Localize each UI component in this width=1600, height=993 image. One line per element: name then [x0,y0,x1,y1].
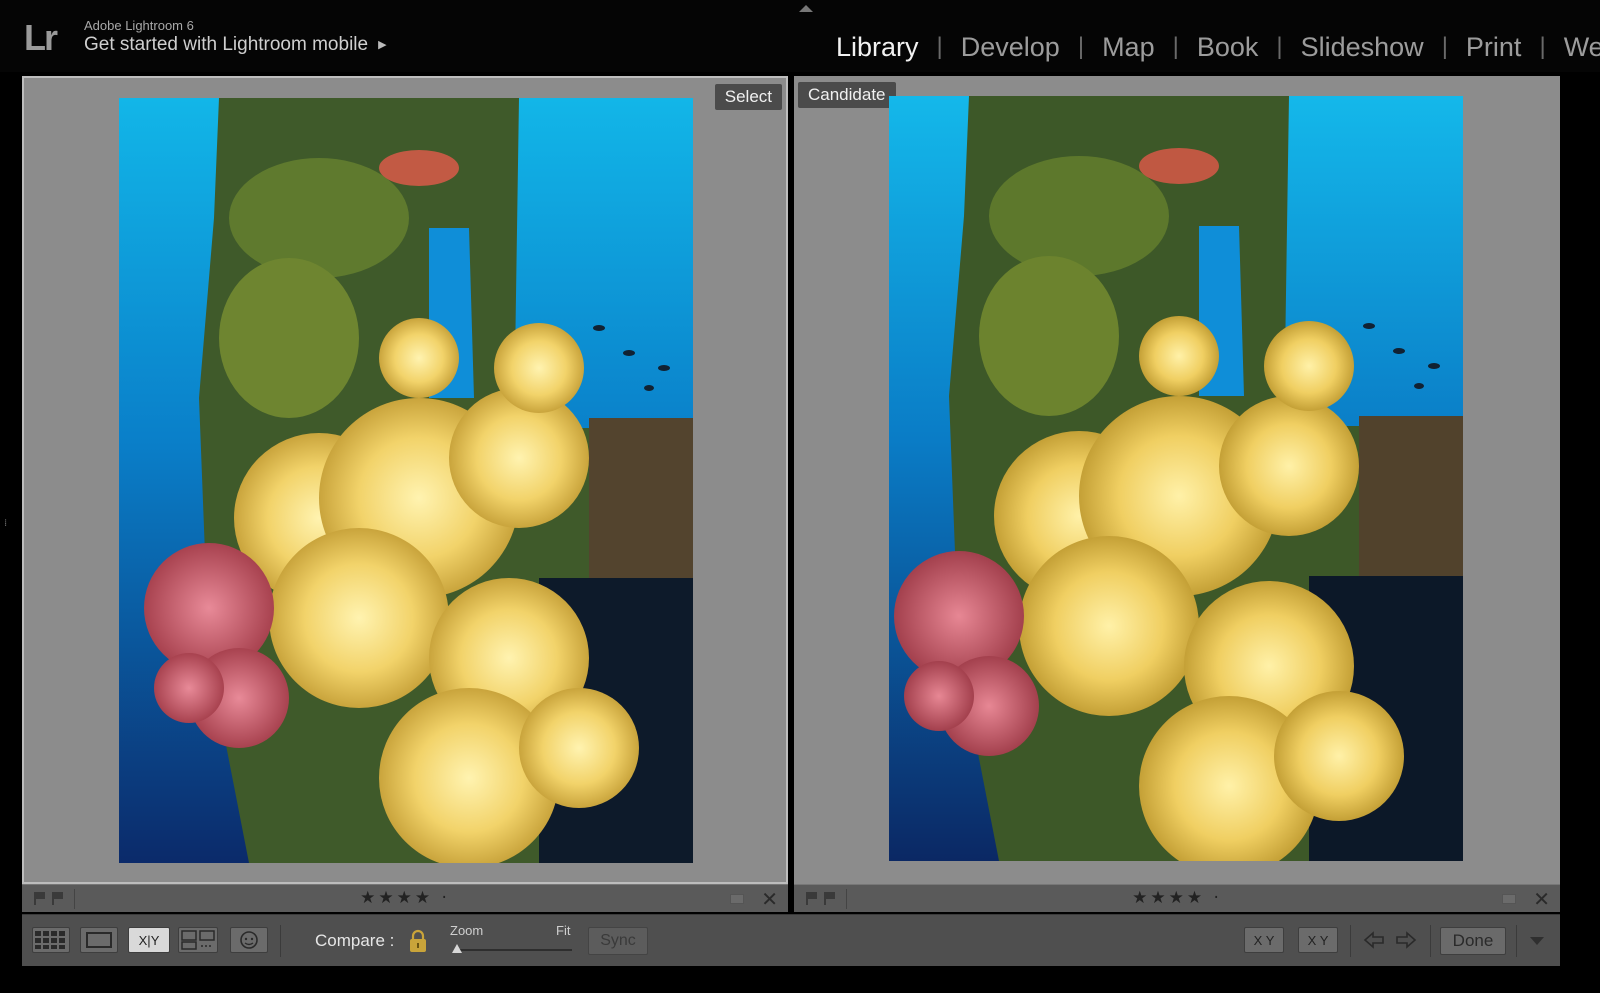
grid-view-button[interactable] [32,927,70,953]
toolbar-divider [1516,925,1517,957]
people-view-button[interactable] [230,927,268,953]
compare-view-icon: X|Y [138,932,160,948]
candidate-pane[interactable]: Candidate [794,76,1560,884]
module-library[interactable]: Library [836,32,919,63]
mobile-promo-link[interactable]: Get started with Lightroom mobile ▶ [84,34,387,56]
lock-icon[interactable] [408,929,428,953]
sync-button[interactable]: Sync [588,927,648,955]
swap-button[interactable]: X Y [1244,927,1284,953]
module-develop[interactable]: Develop [961,32,1060,63]
done-button[interactable]: Done [1440,927,1506,955]
star-rating[interactable]: ★★★★ · [794,888,1560,908]
people-view-icon [240,931,258,949]
panel-toggle-caret-icon[interactable] [799,5,813,12]
zoom-slider-track[interactable] [454,949,572,951]
module-separator: | [1077,33,1085,60]
loupe-view-button[interactable] [80,927,118,953]
make-select-button[interactable]: X Y [1298,927,1338,953]
candidate-info-strip: ★★★★ · ✕ [794,884,1560,912]
candidate-label: Candidate [798,82,896,108]
previous-photo-button[interactable] [1362,927,1386,953]
next-photo-button[interactable] [1394,927,1418,953]
compare-view-button[interactable]: X|Y [128,927,170,953]
loupe-view-icon [86,932,112,948]
left-arrow-icon [1363,931,1384,949]
compare-label: Compare : [315,931,395,950]
left-panel-grip-icon[interactable]: ⁞ [4,519,12,536]
toolbar-divider [1430,925,1431,957]
coral-reef-image [119,98,693,863]
app-name: Adobe Lightroom 6 [84,18,194,33]
close-icon[interactable]: ✕ [1533,887,1550,911]
module-separator: | [1441,33,1448,60]
module-separator: | [1276,33,1283,60]
module-map[interactable]: Map [1102,32,1155,63]
zoom-label: Zoom [450,923,484,938]
select-photo[interactable] [119,98,693,863]
close-icon[interactable]: ✕ [761,887,778,911]
module-separator: | [1539,33,1546,60]
mobile-promo-text: Get started with Lightroom mobile [84,34,369,55]
swap-icon: X Y [1253,932,1275,948]
survey-view-button[interactable] [178,927,218,953]
play-arrow-icon: ▶ [378,39,387,51]
zoom-slider-thumb[interactable] [452,944,462,953]
color-label-icon[interactable] [730,894,744,904]
module-separator: | [1172,33,1179,60]
grid-view-icon [35,931,65,949]
toolbar-divider [1350,925,1351,957]
module-picker: Library | Develop | Map | Book | Slidesh… [836,30,1600,64]
module-print[interactable]: Print [1466,32,1522,63]
module-separator: | [936,33,943,60]
select-label: Select [714,84,782,110]
module-web[interactable]: Web [1564,32,1600,63]
module-book[interactable]: Book [1197,32,1259,63]
select-info-strip: ★★★★ · ✕ [22,884,788,912]
candidate-photo[interactable] [889,96,1463,861]
fit-label: Fit [556,923,571,938]
toolbar-menu-chevron-down-icon[interactable] [1530,937,1544,945]
survey-view-icon [181,930,215,950]
toolbar-divider [280,925,281,957]
select-pane[interactable]: Select [22,76,788,884]
right-arrow-icon [1396,931,1417,949]
bottom-toolbar: X|Y Compare : Zoom Fit Sync X Y X Y Done [22,914,1560,966]
top-bar: Lr Adobe Lightroom 6 Get started with Li… [0,0,1600,72]
make-select-icon: X Y [1307,932,1329,948]
coral-reef-image [889,96,1463,861]
star-rating[interactable]: ★★★★ · [22,888,788,908]
lightroom-logo: Lr [24,17,58,58]
module-slideshow[interactable]: Slideshow [1301,32,1424,63]
color-label-icon[interactable] [1502,894,1516,904]
